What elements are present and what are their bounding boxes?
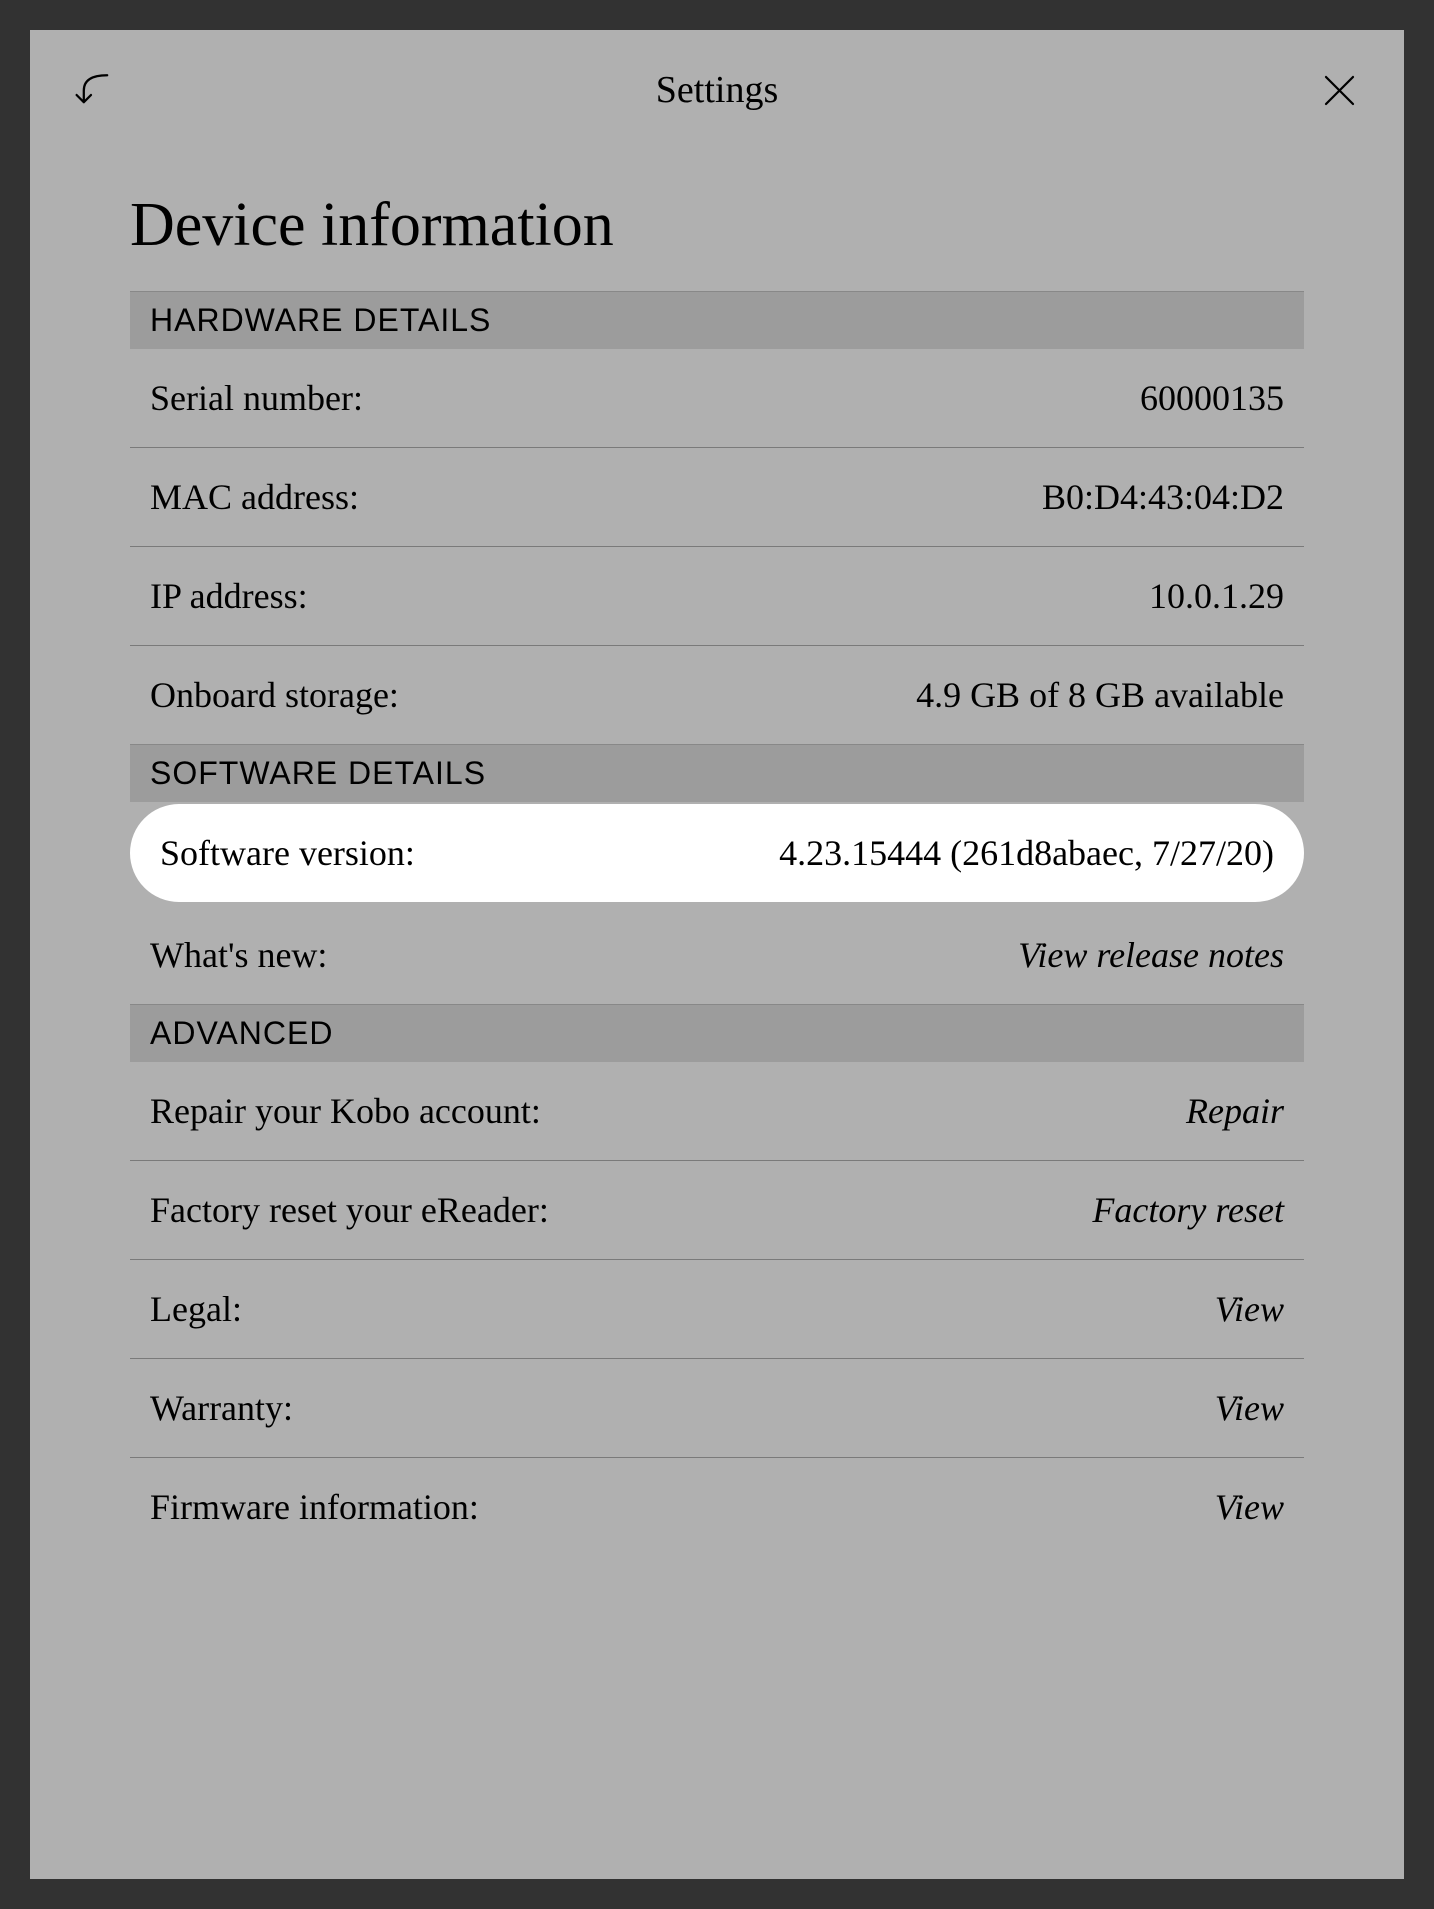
mac-value: B0:D4:43:04:D2 (1042, 476, 1284, 518)
row-onboard-storage: Onboard storage: 4.9 GB of 8 GB availabl… (130, 646, 1304, 744)
page-title: Device information (130, 190, 1304, 261)
storage-label: Onboard storage: (150, 674, 399, 716)
row-factory-reset[interactable]: Factory reset your eReader: Factory rese… (130, 1161, 1304, 1260)
whatsnew-label: What's new: (150, 934, 327, 976)
row-ip-address: IP address: 10.0.1.29 (130, 547, 1304, 646)
legal-action[interactable]: View (1215, 1288, 1284, 1330)
section-header-software: SOFTWARE DETAILS (130, 744, 1304, 802)
back-icon[interactable] (70, 65, 120, 115)
ip-value: 10.0.1.29 (1149, 575, 1284, 617)
repair-action[interactable]: Repair (1186, 1090, 1284, 1132)
row-whats-new[interactable]: What's new: View release notes (130, 906, 1304, 1004)
repair-label: Repair your Kobo account: (150, 1090, 541, 1132)
mac-label: MAC address: (150, 476, 359, 518)
serial-label: Serial number: (150, 377, 363, 419)
section-header-hardware: HARDWARE DETAILS (130, 291, 1304, 349)
software-version-value: 4.23.15444 (261d8abaec, 7/27/20) (779, 832, 1274, 874)
header-bar: Settings (30, 30, 1404, 150)
legal-label: Legal: (150, 1288, 242, 1330)
whatsnew-action[interactable]: View release notes (1018, 934, 1284, 976)
software-version-label: Software version: (160, 832, 415, 874)
header-title: Settings (656, 68, 778, 112)
settings-screen: Settings Device information HARDWARE DET… (30, 30, 1404, 1879)
row-repair-account[interactable]: Repair your Kobo account: Repair (130, 1062, 1304, 1161)
content-area: Device information HARDWARE DETAILS Seri… (30, 150, 1404, 1556)
row-firmware-info[interactable]: Firmware information: View (130, 1458, 1304, 1556)
storage-value: 4.9 GB of 8 GB available (916, 674, 1284, 716)
section-header-advanced: ADVANCED (130, 1004, 1304, 1062)
ip-label: IP address: (150, 575, 308, 617)
warranty-label: Warranty: (150, 1387, 293, 1429)
row-software-version: Software version: 4.23.15444 (261d8abaec… (130, 804, 1304, 902)
factory-label: Factory reset your eReader: (150, 1189, 549, 1231)
firmware-action[interactable]: View (1215, 1486, 1284, 1528)
row-legal[interactable]: Legal: View (130, 1260, 1304, 1359)
factory-action[interactable]: Factory reset (1092, 1189, 1284, 1231)
row-warranty[interactable]: Warranty: View (130, 1359, 1304, 1458)
serial-value: 60000135 (1140, 377, 1284, 419)
close-icon[interactable] (1314, 65, 1364, 115)
firmware-label: Firmware information: (150, 1486, 479, 1528)
warranty-action[interactable]: View (1215, 1387, 1284, 1429)
row-mac-address: MAC address: B0:D4:43:04:D2 (130, 448, 1304, 547)
row-serial-number: Serial number: 60000135 (130, 349, 1304, 448)
